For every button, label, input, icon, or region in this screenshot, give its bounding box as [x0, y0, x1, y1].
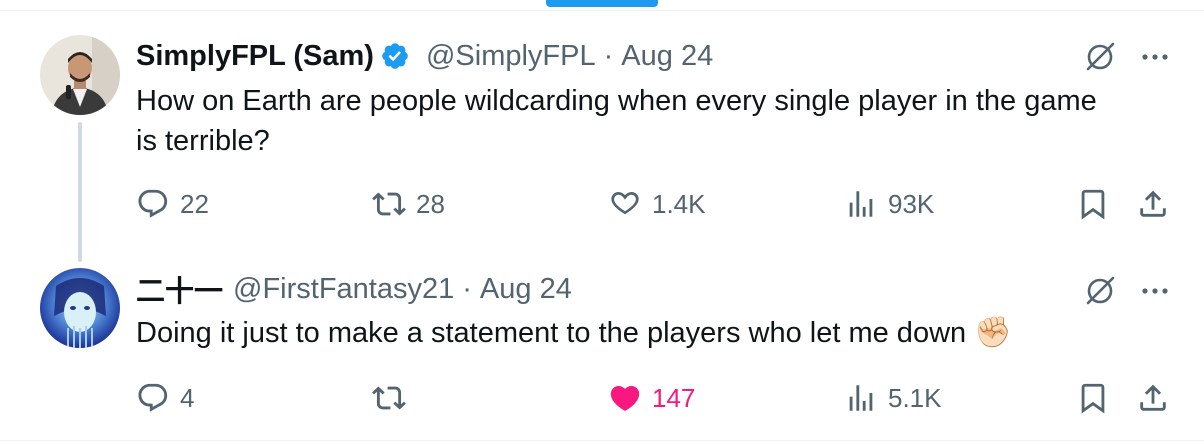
more-icon[interactable] — [1140, 276, 1170, 306]
like-filled-icon — [610, 385, 640, 411]
reply-icon — [138, 189, 168, 218]
share-icon — [1140, 190, 1166, 217]
divider — [0, 440, 1204, 441]
tweet-header: 二十一 @FirstFantasy21 · Aug 24 — [136, 269, 572, 309]
display-name[interactable]: 二十一 — [136, 268, 223, 310]
tweet-text-line: How on Earth are people wildcarding when… — [136, 85, 1097, 117]
grok-icon[interactable] — [1084, 274, 1116, 306]
bookmark-button[interactable] — [1076, 378, 1110, 418]
separator-dot: · — [603, 39, 614, 72]
views-button[interactable]: 5.1K — [844, 378, 942, 418]
verified-badge-icon[interactable] — [380, 41, 410, 71]
grok-icon[interactable] — [1084, 40, 1116, 72]
handle[interactable]: @SimplyFPL — [426, 40, 596, 73]
repost-button[interactable] — [372, 378, 416, 418]
display-name[interactable]: SimplyFPL (Sam) — [136, 40, 374, 73]
repost-icon — [372, 386, 406, 410]
tweet-header: SimplyFPL (Sam) @SimplyFPL · Aug 24 — [136, 36, 713, 76]
divider — [0, 10, 1204, 11]
reply-count: 4 — [180, 382, 195, 413]
active-tab-indicator — [546, 0, 658, 7]
thread-connector-line — [78, 122, 82, 262]
tweet-text-line: Doing it just to make a statement to the… — [136, 317, 967, 349]
like-count: 1.4K — [652, 188, 706, 219]
views-count: 93K — [888, 188, 935, 219]
like-button[interactable]: 1.4K — [608, 184, 706, 224]
bookmark-icon — [1081, 189, 1105, 220]
handle[interactable]: @FirstFantasy21 — [233, 273, 454, 306]
views-button[interactable]: 93K — [844, 184, 934, 224]
like-icon — [611, 191, 639, 215]
avatar-image — [40, 35, 120, 115]
views-count: 5.1K — [888, 382, 942, 413]
views-icon — [849, 191, 873, 217]
reply-icon — [138, 383, 168, 412]
reply-button[interactable]: 22 — [136, 184, 209, 224]
share-button[interactable] — [1136, 378, 1170, 418]
reply-count: 22 — [180, 188, 209, 219]
share-button[interactable] — [1136, 184, 1170, 224]
reply-button[interactable]: 4 — [136, 378, 194, 418]
repost-count: 28 — [416, 188, 445, 219]
avatar-firstfantasy21[interactable] — [40, 268, 120, 348]
separator-dot: · — [462, 272, 472, 305]
bookmark-button[interactable] — [1076, 184, 1110, 224]
repost-icon — [372, 192, 406, 216]
more-icon[interactable] — [1140, 42, 1170, 72]
repost-button[interactable]: 28 — [372, 184, 445, 224]
avatar-simplyfpl[interactable] — [40, 35, 120, 115]
like-button[interactable]: 147 — [608, 378, 695, 418]
bookmark-icon — [1081, 383, 1105, 414]
avatar-image — [40, 268, 120, 348]
like-count: 147 — [652, 382, 696, 413]
views-icon — [849, 385, 873, 411]
tweet-text: Doing it just to make a statement to the… — [136, 313, 1012, 353]
tweet-text-line: is terrible? — [136, 125, 270, 157]
timestamp[interactable]: Aug 24 — [480, 273, 572, 306]
raised-fist-emoji: ✊🏻 — [974, 316, 1012, 349]
timestamp[interactable]: Aug 24 — [621, 40, 713, 73]
share-icon — [1140, 384, 1166, 411]
